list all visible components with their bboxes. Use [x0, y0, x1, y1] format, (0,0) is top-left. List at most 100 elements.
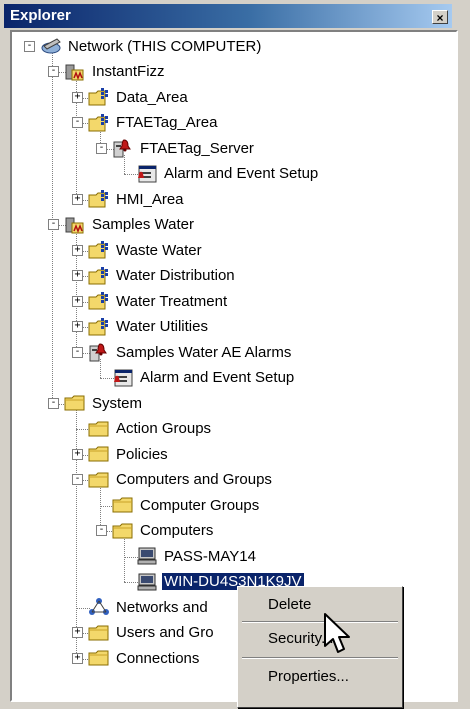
context-menu-security[interactable]: Security... [248, 625, 394, 653]
explorer-titlebar: Explorer × [4, 4, 452, 28]
tree-item-label: HMI_Area [116, 190, 184, 208]
server-folder-icon [88, 87, 114, 107]
tree-item-label: Computers and Groups [116, 471, 272, 488]
tree-item-label: InstantFizz [92, 63, 165, 80]
tree-item-label: Water Distribution [116, 267, 235, 284]
tree-item-label: FTAETag_Server [140, 139, 254, 157]
tree-connector-line [124, 537, 125, 583]
network-icon [40, 36, 66, 56]
expand-icon[interactable]: + [72, 295, 83, 307]
tree-item-ftaetag-area[interactable]: FTAETag_Area [88, 111, 219, 135]
tree-item-computers-and-groups[interactable]: Computers and Groups [88, 468, 274, 492]
collapse-icon[interactable]: - [48, 397, 59, 409]
server-folder-icon [88, 266, 114, 286]
networks-icon [88, 597, 114, 617]
tree-item-label: Water Treatment [116, 292, 228, 310]
area-icon [64, 215, 90, 235]
tree-item-label: Connections [116, 649, 200, 667]
tree-item-label: Alarm and Event Setup [140, 369, 295, 386]
expand-icon[interactable]: + [72, 448, 83, 460]
collapse-icon[interactable]: - [96, 525, 107, 537]
collapse-icon[interactable]: - [48, 219, 59, 231]
tree-item-alarm-setup-2[interactable]: Alarm and Event Setup [112, 366, 296, 390]
folder-icon [88, 470, 114, 490]
expand-icon[interactable]: + [72, 652, 83, 664]
alarm-setup-icon [112, 368, 138, 388]
explorer-window: Explorer × - Network (THIS COMPUTER) - Inst… [0, 0, 470, 709]
tree-item-label: Computers [140, 522, 214, 539]
server-folder-icon [88, 113, 114, 133]
tree-item-label: Samples Water [92, 216, 194, 233]
mouse-pointer-icon [324, 613, 350, 653]
context-menu-separator [242, 621, 398, 623]
collapse-icon[interactable]: - [72, 117, 83, 129]
tree-item-label: Network (THIS COMPUTER) [68, 37, 262, 55]
computer-icon [136, 572, 162, 592]
tree-item-label: Waste Water [116, 241, 202, 259]
tree-item-label: Alarm and Event Setup [164, 165, 319, 182]
tree-item-water-utilities[interactable]: Water Utilities [88, 315, 210, 339]
tree-item-label: Users and Gro [116, 624, 214, 641]
tree-item-label: FTAETag_Area [116, 114, 218, 131]
tree-item-label: PASS-MAY14 [164, 547, 256, 565]
folder-icon [88, 648, 114, 668]
tree-item-label: Water Utilities [116, 318, 208, 335]
tree-item-waste-water[interactable]: Waste Water [88, 238, 204, 262]
folder-icon [88, 419, 114, 439]
expand-icon[interactable]: + [72, 244, 83, 256]
tree-item-alarm-setup-1[interactable]: Alarm and Event Setup [136, 162, 320, 186]
alarm-setup-icon [136, 164, 162, 184]
server-folder-icon [88, 189, 114, 209]
computer-icon [136, 546, 162, 566]
server-folder-icon [88, 317, 114, 337]
tree-item-instantfizz[interactable]: InstantFizz [64, 60, 167, 84]
collapse-icon[interactable]: - [72, 346, 83, 358]
tree-item-label: Samples Water AE Alarms [116, 343, 292, 361]
collapse-icon[interactable]: - [96, 142, 107, 154]
tree-item-samples-water-ae[interactable]: Samples Water AE Alarms [88, 340, 293, 364]
tree-item-system[interactable]: System [64, 391, 144, 415]
folder-icon [64, 393, 90, 413]
alarm-server-icon [88, 342, 114, 362]
expand-icon[interactable]: + [72, 193, 83, 205]
tree-item-computer-groups[interactable]: Computer Groups [112, 493, 261, 517]
alarm-server-icon [112, 138, 138, 158]
tree-item-network[interactable]: Network (THIS COMPUTER) [40, 34, 263, 58]
tree-item-pass-may14[interactable]: PASS-MAY14 [136, 544, 258, 568]
tree-item-connections[interactable]: Connections [88, 646, 201, 670]
tree-item-hmi-area[interactable]: HMI_Area [88, 187, 186, 211]
expand-icon[interactable]: + [72, 627, 83, 639]
server-folder-icon [88, 291, 114, 311]
folder-icon [112, 495, 138, 515]
collapse-icon[interactable]: - [48, 66, 59, 78]
collapse-icon[interactable]: - [24, 40, 35, 52]
tree-item-action-groups[interactable]: Action Groups [88, 417, 213, 441]
tree-item-water-distribution[interactable]: Water Distribution [88, 264, 237, 288]
tree-item-label: Networks and [116, 598, 208, 616]
tree-item-label: Data_Area [116, 88, 188, 106]
context-menu-separator [242, 657, 398, 659]
tree-item-label: Action Groups [116, 420, 212, 437]
tree-item-samples-water[interactable]: Samples Water [64, 213, 196, 237]
expand-icon[interactable]: + [72, 321, 83, 333]
folder-icon [88, 444, 114, 464]
context-menu-delete[interactable]: Delete [248, 591, 394, 619]
context-menu-properties[interactable]: Properties... [248, 663, 394, 691]
context-menu: Delete Security... Properties... [237, 586, 403, 708]
tree-item-water-treatment[interactable]: Water Treatment [88, 289, 229, 313]
expand-icon[interactable]: + [72, 270, 83, 282]
tree-item-users-and-gro[interactable]: Users and Gro [88, 621, 216, 645]
area-icon [64, 62, 90, 82]
tree-item-networks-and[interactable]: Networks and [88, 595, 210, 619]
tree-item-policies[interactable]: Policies [88, 442, 170, 466]
folder-icon [88, 623, 114, 643]
folder-icon [112, 521, 138, 541]
tree-item-data-area[interactable]: Data_Area [88, 85, 190, 109]
tree-item-label: Computer Groups [140, 496, 260, 514]
collapse-icon[interactable]: - [72, 474, 83, 486]
expand-icon[interactable]: + [72, 91, 83, 103]
tree-item-ftaetag-server[interactable]: FTAETag_Server [112, 136, 256, 160]
explorer-title: Explorer [10, 7, 71, 24]
tree-item-computers[interactable]: Computers [112, 519, 215, 543]
close-icon[interactable]: × [432, 10, 448, 25]
